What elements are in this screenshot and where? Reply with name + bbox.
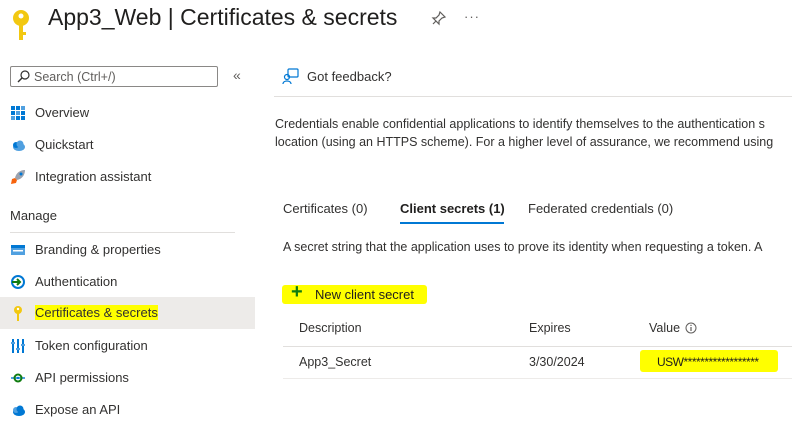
column-header-value: Value (649, 321, 681, 335)
api-permissions-icon (11, 373, 25, 383)
new-client-secret-label: New client secret (315, 287, 414, 302)
tab-description: A secret string that the application use… (283, 240, 763, 254)
search-icon (17, 70, 30, 83)
new-client-secret-button[interactable]: + New client secret (282, 281, 427, 304)
sidebar-item-label: Token configuration (35, 338, 148, 353)
branding-icon (11, 245, 25, 255)
divider (10, 232, 235, 233)
sidebar-item-quickstart[interactable]: Quickstart (0, 129, 255, 161)
authentication-icon (11, 275, 25, 289)
collapse-icon[interactable]: « (233, 67, 241, 83)
feedback-link[interactable]: Got feedback? (307, 69, 392, 84)
secret-description: App3_Secret (299, 355, 372, 369)
search-placeholder: Search (Ctrl+/) (34, 70, 116, 84)
description-text: location (using an HTTPS scheme). For a … (275, 135, 774, 149)
sidebar-item-label: Overview (35, 105, 90, 120)
sidebar-item-api-permissions[interactable]: API permissions (0, 362, 255, 394)
sidebar-item-label: Quickstart (35, 137, 94, 152)
section-header-manage: Manage (10, 208, 57, 223)
sidebar-item-integration-assistant[interactable]: Integration assistant (0, 161, 255, 193)
sidebar-item-certificates-secrets[interactable]: Certificates & secrets (0, 297, 255, 329)
secret-expires: 3/30/2024 (529, 355, 585, 369)
divider (283, 378, 792, 379)
more-icon[interactable]: ··· (464, 9, 480, 24)
sidebar-item-label: API permissions (35, 370, 129, 385)
key-icon (14, 306, 22, 321)
sidebar-item-label: Integration assistant (35, 169, 152, 184)
tab-certificates[interactable]: Certificates (0) (283, 201, 368, 216)
sidebar-item-branding[interactable]: Branding & properties (0, 234, 255, 266)
tab-client-secrets[interactable]: Client secrets (1) (400, 201, 505, 216)
page-title: App3_Web | Certificates & secrets (48, 4, 398, 30)
sidebar-item-label: Certificates & secrets (35, 305, 158, 320)
sidebar-item-expose-api[interactable]: Expose an API (0, 394, 255, 426)
divider (283, 346, 792, 347)
active-tab-indicator (400, 222, 504, 224)
tab-federated-credentials[interactable]: Federated credentials (0) (528, 201, 673, 216)
key-icon (13, 10, 29, 40)
column-header-description: Description (299, 321, 362, 335)
rocket-icon (11, 170, 25, 184)
pin-icon[interactable] (431, 10, 447, 26)
divider (274, 96, 792, 97)
cloud-icon (13, 140, 25, 151)
search-input[interactable]: Search (Ctrl+/) (10, 66, 218, 87)
sidebar-item-authentication[interactable]: Authentication (0, 266, 255, 298)
info-icon[interactable] (685, 322, 697, 334)
token-icon (11, 339, 25, 353)
description-text: Credentials enable confidential applicat… (275, 117, 765, 131)
grid-icon (11, 106, 25, 120)
secret-value: USW****************** (657, 355, 759, 369)
cloud-api-icon (13, 405, 25, 416)
plus-icon: + (291, 281, 303, 303)
feedback-icon[interactable] (282, 68, 299, 85)
sidebar-item-label: Expose an API (35, 402, 121, 417)
sidebar-item-token-configuration[interactable]: Token configuration (0, 330, 255, 362)
sidebar-item-label: Authentication (35, 274, 118, 289)
sidebar-item-overview[interactable]: Overview (0, 97, 255, 129)
column-header-expires: Expires (529, 321, 571, 335)
sidebar-item-label: Branding & properties (35, 242, 161, 257)
